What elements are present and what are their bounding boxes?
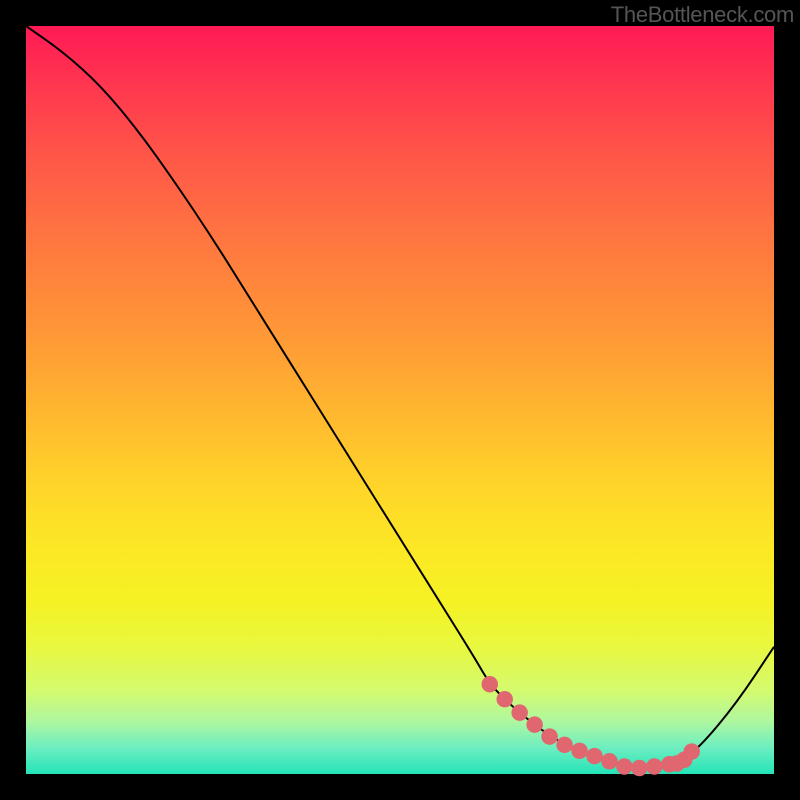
highlight-dots [482, 676, 700, 776]
highlight-dot [631, 760, 647, 776]
highlight-dot [556, 737, 572, 753]
highlight-dot [496, 691, 512, 707]
highlight-dot [541, 728, 557, 744]
highlight-dot [526, 716, 542, 732]
highlight-dot [683, 743, 699, 759]
plot-area [26, 26, 774, 774]
highlight-dot [511, 704, 527, 720]
highlight-dot [646, 758, 662, 774]
highlight-dot [601, 753, 617, 769]
highlight-dot [482, 676, 498, 692]
chart-svg [26, 26, 774, 774]
chart-frame: TheBottleneck.com [0, 0, 800, 800]
bottleneck-curve [26, 26, 774, 767]
watermark-text: TheBottleneck.com [611, 2, 794, 28]
highlight-dot [586, 748, 602, 764]
highlight-dot [571, 743, 587, 759]
highlight-dot [616, 758, 632, 774]
